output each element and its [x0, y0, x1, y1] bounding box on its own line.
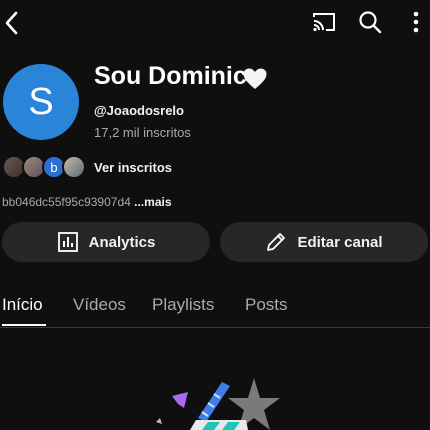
subscriber-avatar[interactable]: [62, 155, 86, 179]
back-button[interactable]: [0, 8, 24, 38]
description-text: bb046dc55f95c93907d4: [2, 195, 131, 209]
edit-channel-label: Editar canal: [297, 233, 383, 251]
search-icon: [359, 11, 382, 34]
chevron-left-icon: [5, 11, 18, 35]
channel-handle: @Joaodosrelo: [94, 103, 184, 118]
analytics-button[interactable]: Analytics: [2, 222, 210, 262]
channel-description[interactable]: bb046dc55f95c93907d4 ...mais: [2, 195, 172, 209]
tab-playlists[interactable]: Playlists: [152, 295, 214, 315]
avatar-letter: S: [28, 80, 54, 123]
tab-posts[interactable]: Posts: [245, 295, 288, 315]
tab-inicio[interactable]: Início: [2, 295, 43, 315]
edit-channel-button[interactable]: Editar canal: [220, 222, 428, 262]
cast-button[interactable]: [310, 8, 338, 36]
cast-icon: [313, 13, 335, 32]
active-tab-indicator: [2, 324, 46, 326]
more-vert-icon: [413, 11, 419, 33]
channel-name: Sou Dominic: [94, 62, 247, 90]
heart-icon: [242, 67, 268, 91]
description-more-link[interactable]: ...mais: [134, 195, 171, 209]
search-button[interactable]: [356, 8, 384, 36]
subscriber-avatar-letter: b: [50, 159, 58, 175]
pencil-icon: [267, 233, 286, 251]
subscriber-count: 17,2 mil inscritos: [94, 125, 191, 140]
channel-avatar[interactable]: S: [3, 64, 79, 140]
analytics-label: Analytics: [88, 233, 156, 251]
empty-state-illustration: [150, 372, 290, 430]
tab-videos[interactable]: Vídeos: [73, 295, 126, 315]
analytics-icon: [57, 232, 78, 252]
more-options-button[interactable]: [404, 8, 428, 36]
see-subscribers-link[interactable]: Ver inscritos: [94, 160, 172, 175]
tab-divider: [0, 327, 430, 328]
